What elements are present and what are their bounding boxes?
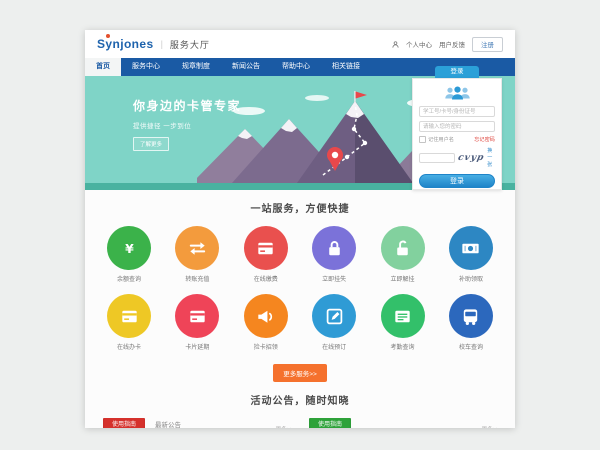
logo[interactable]: Synjones (97, 35, 154, 53)
nav-item[interactable]: 新闻公告 (221, 58, 271, 76)
remember-row: 记住用户名 忘记密码 (419, 136, 495, 143)
logo-text: Synjones (97, 37, 154, 51)
header-right: 个人中心 用户反馈 注册 (392, 37, 503, 52)
service-item[interactable]: 在线办卡 (105, 294, 153, 351)
announcement-more-link[interactable]: 更多>> (276, 425, 293, 428)
service-item[interactable]: 转账充值 (173, 226, 221, 283)
service-label: 在线办卡 (105, 342, 153, 351)
unlock-icon (381, 226, 425, 270)
service-label: 在线预订 (310, 342, 358, 351)
captcha-row: cvyp 换一张 (419, 147, 495, 168)
announcements-section: 活动公告，随时知晓 使用指南最新公告更多>>使用指南更多>> (85, 382, 515, 428)
yen-icon: ¥ (107, 226, 151, 270)
announcement-tab-active[interactable]: 使用指南 (103, 418, 145, 428)
login-box: 记住用户名 忘记密码 cvyp 换一张 登录 (412, 78, 502, 190)
person-icon (392, 41, 399, 48)
list-icon (381, 294, 425, 338)
services-section: 一站服务，方便快捷 ¥ 余额查询 转账充值 在线缴费 立即挂失 立即解挂 补助领取 在线办卡… (85, 190, 515, 382)
captcha-image[interactable]: cvyp (457, 153, 485, 163)
announcement-more-link[interactable]: 更多>> (482, 425, 499, 428)
svg-text:¥: ¥ (125, 240, 134, 255)
forgot-password-link[interactable]: 忘记密码 (474, 136, 495, 143)
service-label: 考勤查询 (379, 342, 427, 351)
service-item[interactable]: 补助领取 (447, 226, 495, 283)
service-label: 转账充值 (173, 274, 221, 283)
site-window: Synjones | 服务大厅 个人中心 用户反馈 注册 首页服务中心规章制度新… (85, 30, 515, 428)
username-input[interactable] (419, 106, 495, 117)
header-link-user-feedback[interactable]: 用户反馈 (439, 39, 465, 49)
header-link-personal-center[interactable]: 个人中心 (406, 39, 432, 49)
service-item[interactable]: 在线缴费 (242, 226, 290, 283)
hero-text-block: 你身边的卡管专家 提供捷径 一步到位 了解更多 (133, 97, 241, 151)
service-label: 校车查询 (447, 342, 495, 351)
service-item[interactable]: 立即挂失 (310, 226, 358, 283)
services-row-1: ¥ 余额查询 转账充值 在线缴费 立即挂失 立即解挂 补助领取 (85, 226, 515, 283)
remember-label: 记住用户名 (428, 136, 454, 143)
login-tab[interactable]: 登录 (435, 66, 479, 78)
service-label: 卡片延期 (173, 342, 221, 351)
card-icon (244, 226, 288, 270)
service-item[interactable]: 捡卡招领 (242, 294, 290, 351)
login-panel: 登录 记住 (412, 66, 502, 190)
megaphone-icon (244, 294, 288, 338)
service-label: 在线缴费 (242, 274, 290, 283)
service-label: 捡卡招领 (242, 342, 290, 351)
logo-accent-dot (106, 34, 110, 38)
captcha-refresh-link[interactable]: 换一张 (487, 147, 495, 168)
services-title: 一站服务，方便快捷 (85, 190, 515, 215)
service-label: 余额查询 (105, 274, 153, 283)
service-label: 补助领取 (447, 274, 495, 283)
header: Synjones | 服务大厅 个人中心 用户反馈 注册 (85, 30, 515, 58)
captcha-input[interactable] (419, 153, 455, 163)
remember-checkbox[interactable] (419, 136, 426, 143)
announcement-panel: 使用指南最新公告更多>> (99, 416, 295, 428)
nav-item[interactable]: 服务中心 (121, 58, 171, 76)
announcements-panels: 使用指南最新公告更多>>使用指南更多>> (85, 416, 515, 428)
portal-name: 服务大厅 (170, 38, 210, 51)
banknote-icon (449, 226, 493, 270)
more-services-button[interactable]: 更多服务>> (273, 364, 327, 382)
header-divider: | (161, 39, 163, 49)
transfer-icon (175, 226, 219, 270)
service-item[interactable]: 在线预订 (310, 294, 358, 351)
announcement-tab-active[interactable]: 使用指南 (309, 418, 351, 428)
announcements-title: 活动公告，随时知晓 (85, 382, 515, 407)
bus-icon (449, 294, 493, 338)
announcement-panel: 使用指南更多>> (305, 416, 501, 428)
hero-headline: 你身边的卡管专家 (133, 97, 241, 114)
service-item[interactable]: 校车查询 (447, 294, 495, 351)
hero-cta-button[interactable]: 了解更多 (133, 137, 169, 151)
announcement-panel-tabs: 使用指南更多>> (305, 416, 501, 428)
lock-icon (312, 226, 356, 270)
lower-content: 一站服务，方便快捷 ¥ 余额查询 转账充值 在线缴费 立即挂失 立即解挂 补助领取 在线办卡… (85, 190, 515, 428)
nav-item[interactable]: 相关链接 (321, 58, 371, 76)
announcement-panel-tabs: 使用指南最新公告更多>> (99, 416, 295, 428)
announcement-tab[interactable]: 最新公告 (155, 418, 181, 428)
nav-item[interactable]: 帮助中心 (271, 58, 321, 76)
register-button[interactable]: 注册 (472, 37, 503, 52)
page-backdrop: Synjones | 服务大厅 个人中心 用户反馈 注册 首页服务中心规章制度新… (0, 0, 600, 450)
card-icon (107, 294, 151, 338)
service-item[interactable]: 考勤查询 (379, 294, 427, 351)
hero-subline: 提供捷径 一步到位 (133, 120, 241, 130)
nav-item[interactable]: 首页 (85, 58, 121, 76)
users-icon (444, 85, 471, 101)
nav-item[interactable]: 规章制度 (171, 58, 221, 76)
services-row-2: 在线办卡 卡片延期 捡卡招领 在线预订 考勤查询 校车查询 (85, 294, 515, 351)
service-item[interactable]: ¥ 余额查询 (105, 226, 153, 283)
service-item[interactable]: 立即解挂 (379, 226, 427, 283)
service-label: 立即解挂 (379, 274, 427, 283)
edit-icon (312, 294, 356, 338)
service-item[interactable]: 卡片延期 (173, 294, 221, 351)
password-input[interactable] (419, 121, 495, 132)
service-label: 立即挂失 (310, 274, 358, 283)
card-icon (175, 294, 219, 338)
login-button[interactable]: 登录 (419, 174, 495, 188)
